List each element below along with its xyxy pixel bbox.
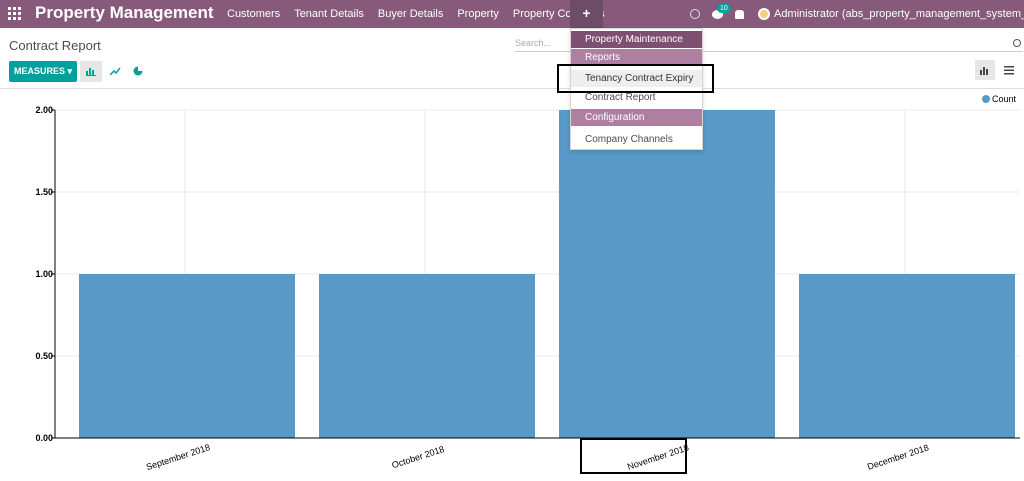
bar-chart-icon [86, 68, 96, 76]
dropdown-item-company-channels[interactable]: Company Channels [571, 131, 702, 148]
app-brand[interactable]: Property Management [35, 3, 214, 23]
y-tick-label: 1.50 [35, 187, 53, 197]
y-tick-label: 0.00 [35, 433, 53, 443]
bar[interactable] [79, 274, 295, 438]
x-tick-label: September 2018 [145, 442, 211, 472]
home-icon[interactable] [735, 9, 744, 19]
top-menu: Customers Tenant Details Buyer Details P… [220, 0, 612, 28]
pie-chart-mode-button[interactable] [127, 61, 149, 82]
line-chart-mode-button[interactable] [104, 61, 126, 82]
bar[interactable] [559, 110, 775, 438]
graph-view-icon [980, 67, 988, 75]
more-menu-button[interactable]: + [570, 0, 603, 28]
dropdown-item-property-maintenance[interactable]: Property Maintenance [571, 31, 702, 48]
bar-chart: 0.00 0.50 1.00 1.50 2.00 September 2018 Octobe… [35, 94, 1020, 472]
graph-area: 0.00 0.50 1.00 1.50 2.00 September 2018 Octobe… [0, 88, 1024, 480]
search-icon[interactable] [1013, 39, 1021, 47]
apps-menu-icon[interactable] [8, 7, 22, 21]
highlight-box-axis [580, 438, 687, 474]
y-tick-label: 0.50 [35, 351, 53, 361]
menu-customers[interactable]: Customers [220, 0, 287, 28]
dropdown-item-configuration[interactable]: Configuration [571, 109, 702, 126]
control-panel: Contract Report Search... MEASURES ▾ [0, 28, 1024, 88]
y-tick-label: 2.00 [35, 105, 53, 115]
line-chart-icon [108, 67, 121, 76]
bar[interactable] [799, 274, 1015, 438]
bar[interactable] [319, 274, 535, 438]
user-avatar[interactable] [758, 8, 770, 20]
list-view-button[interactable] [999, 60, 1019, 80]
menu-property[interactable]: Property [450, 0, 506, 28]
menu-buyer-details[interactable]: Buyer Details [371, 0, 450, 28]
menu-tenant-details[interactable]: Tenant Details [287, 0, 371, 28]
activity-clock-icon[interactable] [690, 9, 700, 19]
search-input[interactable]: Search... [515, 38, 551, 48]
measures-button[interactable]: MEASURES ▾ [9, 61, 77, 82]
y-tick-label: 1.00 [35, 269, 53, 279]
x-tick-label: October 2018 [391, 444, 446, 470]
user-menu[interactable]: Administrator (abs_property_management_s… [774, 8, 1024, 20]
messages-icon[interactable]: 10 [712, 3, 731, 19]
x-tick-label: December 2018 [866, 442, 930, 471]
graph-view-button[interactable] [975, 60, 995, 80]
page-title: Contract Report [9, 38, 101, 53]
legend-swatch[interactable] [982, 95, 990, 103]
legend-label[interactable]: Count [992, 94, 1017, 104]
messages-badge: 10 [717, 3, 731, 13]
pie-chart-icon [133, 66, 143, 76]
highlight-box-menu [557, 64, 714, 93]
list-view-icon [1004, 66, 1014, 75]
top-navbar: Property Management Customers Tenant Det… [0, 0, 1024, 28]
bar-chart-mode-button[interactable] [80, 61, 102, 82]
